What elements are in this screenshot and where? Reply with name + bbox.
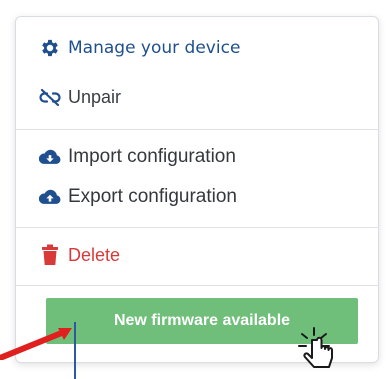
cloud-upload-icon <box>38 185 62 209</box>
annotation-arrow-icon <box>0 328 72 360</box>
export-configuration-label: Export configuration <box>68 186 237 207</box>
manage-device-item[interactable]: Manage your device <box>16 31 378 65</box>
delete-item[interactable]: Delete <box>16 237 378 273</box>
gear-icon <box>38 36 62 60</box>
unpair-item[interactable]: Unpair <box>16 79 378 115</box>
import-configuration-label: Import configuration <box>68 146 236 167</box>
import-configuration-item[interactable]: Import configuration <box>16 139 378 175</box>
menu-divider <box>16 129 378 130</box>
broken-link-icon <box>38 85 62 109</box>
manage-device-label: Manage your device <box>68 38 241 58</box>
menu-divider <box>16 227 378 228</box>
new-firmware-label: New firmware available <box>113 312 291 329</box>
cloud-download-icon <box>38 145 62 169</box>
device-context-menu: Manage your device Unpair Import configu… <box>15 16 379 363</box>
export-configuration-item[interactable]: Export configuration <box>16 179 378 215</box>
unpair-label: Unpair <box>68 86 122 107</box>
menu-divider <box>16 285 378 286</box>
trash-icon <box>38 243 62 267</box>
delete-label: Delete <box>68 244 121 265</box>
pointer-hand-click-icon <box>298 327 333 368</box>
